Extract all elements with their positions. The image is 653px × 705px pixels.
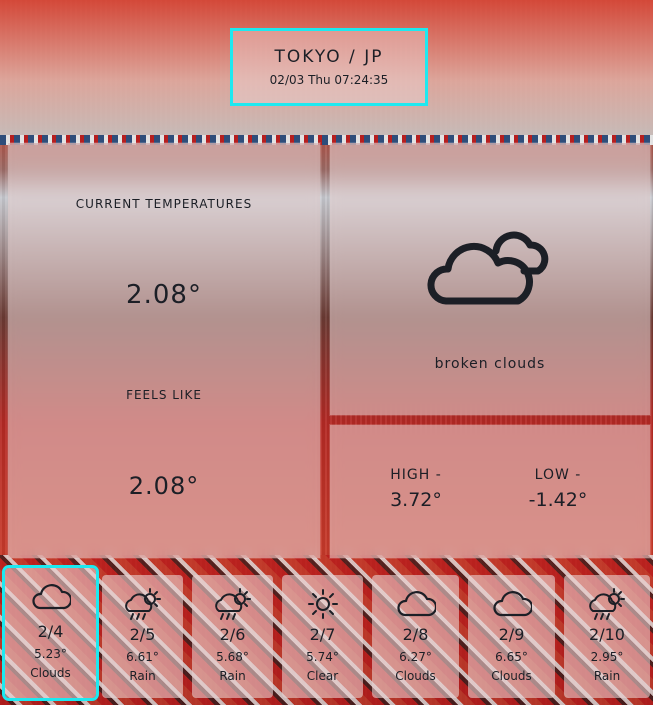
forecast-temp: 2.95° [590, 650, 624, 664]
feels-like-label: FEELS LIKE [126, 388, 202, 402]
forecast-temp: 6.27° [399, 650, 432, 664]
low-label: LOW - [534, 467, 582, 483]
weather-description-panel: broken clouds [330, 143, 650, 415]
forecast-date: 2/7 [309, 625, 336, 644]
high-value: 3.72° [390, 489, 442, 511]
current-datetime: 02/03 Thu 07:24:35 [269, 73, 389, 87]
location-header[interactable]: TOKYO / JP 02/03 Thu 07:24:35 [230, 28, 428, 106]
forecast-day-card[interactable]: 2/7 5.74° Clear [282, 575, 363, 698]
cloud-icon [492, 591, 532, 617]
low-temp-block: LOW - -1.42° [508, 467, 608, 511]
forecast-date: 2/9 [498, 625, 525, 644]
forecast-date: 2/4 [37, 622, 64, 641]
forecast-day-card[interactable]: 2/4 5.23° Clouds [2, 565, 99, 701]
forecast-condition: Clouds [30, 666, 71, 680]
current-temp-value: 2.08° [126, 280, 202, 310]
forecast-condition: Rain [219, 669, 246, 683]
forecast-day-card[interactable]: 2/6 5.68° Rain [192, 575, 273, 698]
high-label: HIGH - [390, 467, 442, 483]
forecast-temp: 6.61° [126, 650, 159, 664]
forecast-condition: Rain [593, 669, 621, 683]
current-temperature-panel: CURRENT TEMPERATURES 2.08° FEELS LIKE 2.… [8, 143, 320, 558]
forecast-condition: Rain [129, 669, 156, 683]
forecast-date: 2/6 [219, 625, 246, 644]
rain-sun-icon [124, 588, 161, 620]
current-temp-label: CURRENT TEMPERATURES [75, 197, 253, 211]
forecast-temp: 5.23° [34, 647, 67, 661]
forecast-condition: Clouds [395, 669, 436, 683]
city-name: TOKYO / JP [274, 47, 384, 67]
forecast-day-card[interactable]: 2/5 6.61° Rain [102, 575, 183, 698]
forecast-temp: 6.65° [495, 650, 528, 664]
forecast-day-card[interactable]: 2/9 6.65° Clouds [468, 575, 555, 698]
forecast-condition: Clouds [491, 669, 532, 683]
forecast-temp: 5.68° [216, 650, 249, 664]
rain-sun-icon [214, 588, 251, 620]
high-low-panel: HIGH - 3.72° LOW - -1.42° [330, 425, 650, 558]
cloud-icon [31, 584, 71, 610]
cloud-icon [396, 591, 436, 617]
broken-clouds-icon [427, 231, 549, 305]
forecast-day-card[interactable]: 2/8 6.27° Clouds [372, 575, 459, 698]
forecast-date: 2/10 [589, 625, 625, 644]
rain-sun-icon [589, 588, 625, 620]
forecast-condition: Clear [306, 669, 339, 683]
low-value: -1.42° [528, 489, 588, 511]
weather-description: broken clouds [434, 356, 546, 372]
forecast-date: 2/8 [402, 625, 429, 644]
forecast-day-card[interactable]: 2/10 2.95° Rain [564, 575, 650, 698]
feels-like-value: 2.08° [128, 472, 200, 500]
high-temp-block: HIGH - 3.72° [366, 467, 466, 511]
forecast-temp: 5.74° [306, 650, 339, 664]
sun-icon [307, 589, 338, 619]
forecast-date: 2/5 [129, 625, 156, 644]
